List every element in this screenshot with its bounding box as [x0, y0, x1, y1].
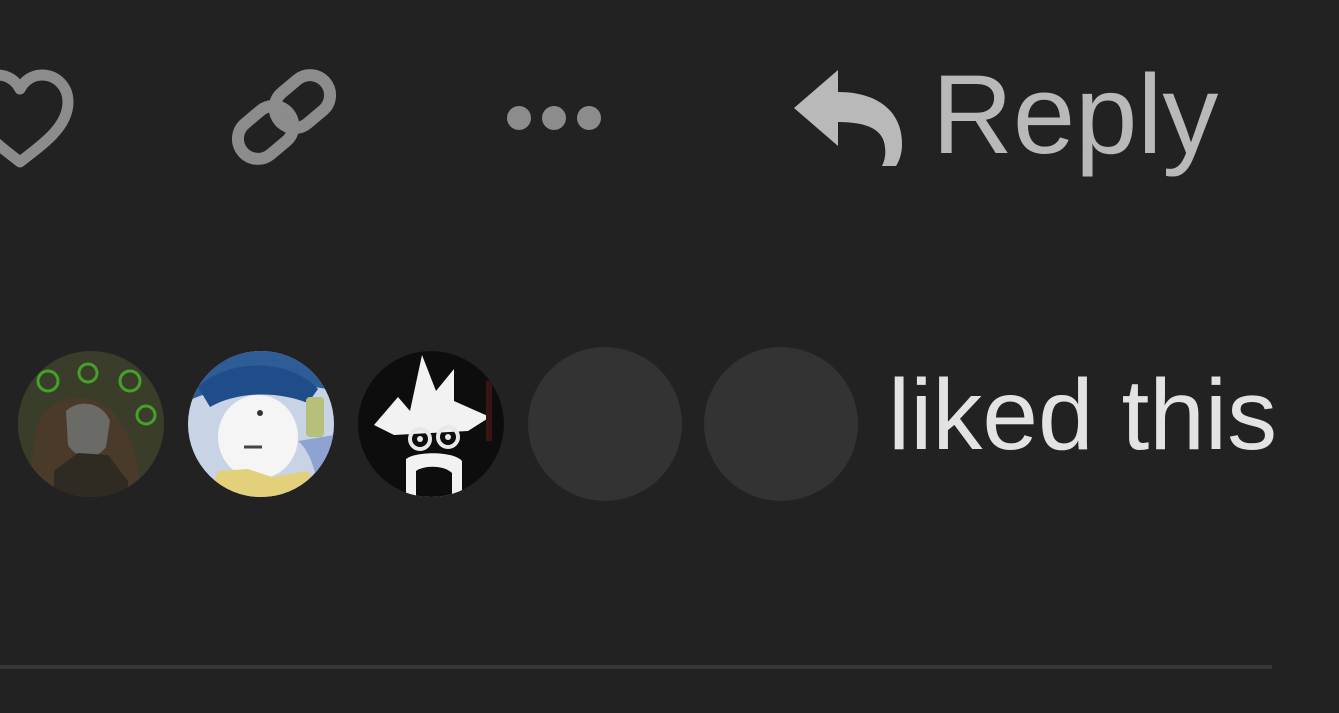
copy-link-button[interactable] [222, 62, 346, 172]
like-button[interactable] [0, 62, 80, 172]
link-icon [231, 69, 337, 165]
avatar[interactable] [188, 351, 334, 497]
avatar-placeholder[interactable] [528, 347, 682, 501]
reply-label: Reply [932, 52, 1219, 177]
ellipsis-icon [507, 106, 601, 130]
avatar[interactable] [18, 351, 164, 497]
avatar[interactable] [358, 351, 504, 497]
more-options-button[interactable] [496, 72, 612, 162]
reply-button[interactable]: Reply [786, 50, 1226, 180]
avatar-placeholder[interactable] [704, 347, 858, 501]
heart-outline-icon [0, 69, 74, 168]
likers-avatars [18, 346, 880, 502]
liked-this-label: liked this [888, 359, 1278, 471]
divider [0, 665, 1272, 669]
reply-arrow-icon [786, 60, 910, 170]
